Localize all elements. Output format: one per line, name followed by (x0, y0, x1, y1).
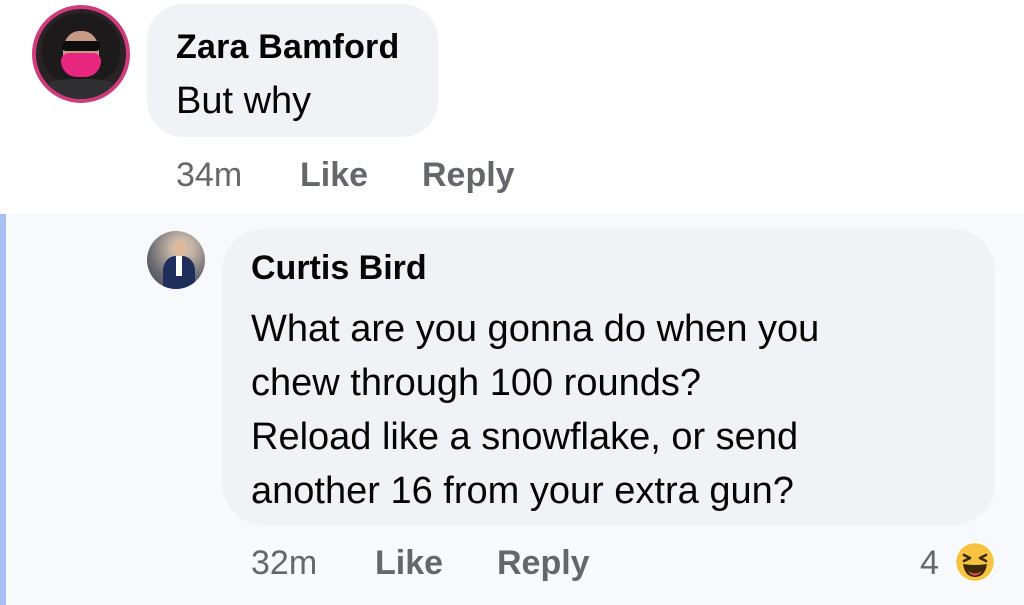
haha-emoji-icon (953, 540, 997, 584)
reply-author[interactable]: Curtis Bird (251, 249, 427, 288)
reply-button[interactable]: Reply (422, 156, 515, 195)
thread-indicator-line (0, 214, 6, 605)
avatar-glasses (62, 41, 100, 51)
reply-text: What are you gonna do when you chew thro… (251, 302, 971, 518)
reply-timestamp[interactable]: 32m (251, 544, 317, 583)
reply-bubble[interactable]: Curtis Bird What are you gonna do when y… (222, 229, 995, 525)
avatar[interactable] (147, 231, 205, 289)
comment-timestamp[interactable]: 34m (176, 156, 242, 195)
reaction-count: 4 (920, 544, 939, 582)
like-button[interactable]: Like (300, 156, 368, 195)
avatar[interactable] (32, 5, 130, 103)
like-button[interactable]: Like (375, 544, 443, 583)
avatar-head (173, 240, 187, 256)
comment-text: But why (176, 80, 312, 122)
comment-bubble[interactable]: Zara Bamford But why (147, 4, 438, 137)
reply-text-line: another 16 from your extra gun? (251, 470, 794, 512)
reply-button[interactable]: Reply (497, 544, 590, 583)
reply-text-line: Reload like a snowflake, or send (251, 416, 799, 458)
reply-text-line: What are you gonna do when you (251, 308, 820, 350)
avatar-shirt (176, 256, 182, 276)
reply-text-line: chew through 100 rounds? (251, 362, 701, 404)
reply-thread: Curtis Bird What are you gonna do when y… (0, 214, 1024, 605)
avatar-mask (61, 53, 101, 77)
avatar-shoulders (40, 79, 122, 99)
comment-section: Zara Bamford But why 34m Like Reply Curt… (0, 0, 1024, 605)
comment-author[interactable]: Zara Bamford (176, 28, 399, 67)
